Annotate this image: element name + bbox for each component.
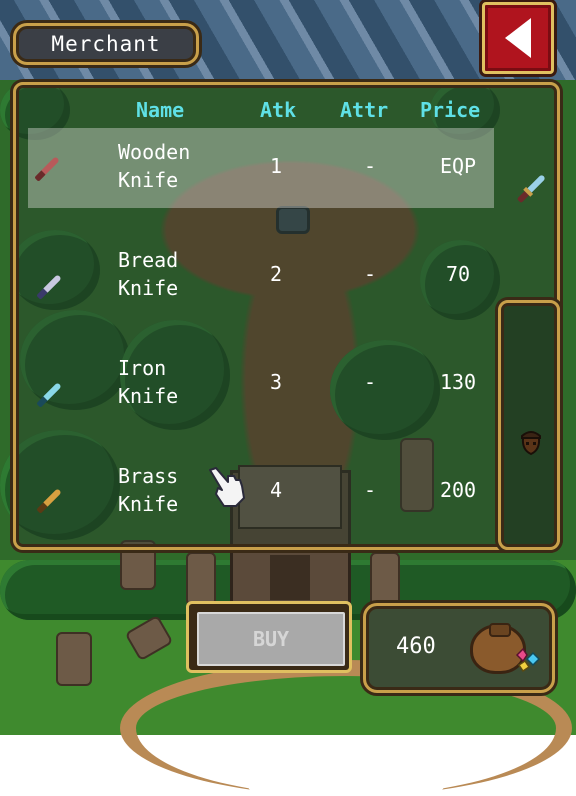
wooden-knife-icon xyxy=(34,156,60,182)
brass-knife-icon xyxy=(36,488,62,514)
pointer-hand-icon xyxy=(209,467,245,507)
item-atk: 1 xyxy=(269,154,283,178)
buy-button-frame: BUY xyxy=(186,601,352,673)
item-name: Bread Knife xyxy=(118,248,179,300)
tree-trunk xyxy=(370,552,400,606)
item-name: Wooden Knife xyxy=(118,140,191,192)
bread-knife-icon xyxy=(36,274,62,300)
header-atk: Atk xyxy=(260,98,297,122)
item-price: 70 xyxy=(445,262,471,286)
item-attr: - xyxy=(363,262,377,286)
back-arrow-icon xyxy=(505,18,531,58)
item-row-wooden-knife[interactable]: Wooden Knife 1 - EQP xyxy=(28,128,494,208)
item-attr: - xyxy=(363,370,377,394)
item-atk: 2 xyxy=(269,262,283,286)
gold-display: 460 xyxy=(363,603,555,693)
acorn-icon xyxy=(521,431,541,456)
header-price: Price xyxy=(420,98,481,122)
back-button[interactable] xyxy=(482,2,554,74)
header-name: Name xyxy=(136,98,185,122)
page-title: Merchant xyxy=(51,32,161,56)
side-panel xyxy=(498,300,560,550)
house-door xyxy=(270,555,310,600)
title-banner: Merchant xyxy=(13,23,199,65)
item-name: Iron Knife xyxy=(118,356,179,408)
tree-trunk xyxy=(186,552,216,606)
item-row-brass-knife[interactable]: Brass Knife 4 - 200 xyxy=(28,452,494,532)
item-price: EQP xyxy=(439,154,477,178)
item-row-bread-knife[interactable]: Bread Knife 2 - 70 xyxy=(28,236,494,316)
item-attr: - xyxy=(363,154,377,178)
tree-trunk xyxy=(56,632,92,686)
item-atk: 4 xyxy=(269,478,283,502)
money-sack-icon xyxy=(470,623,541,674)
item-row-iron-knife[interactable]: Iron Knife 3 - 130 xyxy=(28,344,494,424)
item-atk: 3 xyxy=(269,370,283,394)
buy-button[interactable]: BUY xyxy=(197,612,345,666)
item-price: 130 xyxy=(439,370,477,394)
iron-knife-icon xyxy=(36,382,62,408)
gold-amount: 460 xyxy=(396,634,436,659)
header-attr: Attr xyxy=(340,98,389,122)
gems-icon xyxy=(515,647,541,673)
item-price: 200 xyxy=(439,478,477,502)
item-attr: - xyxy=(363,478,377,502)
